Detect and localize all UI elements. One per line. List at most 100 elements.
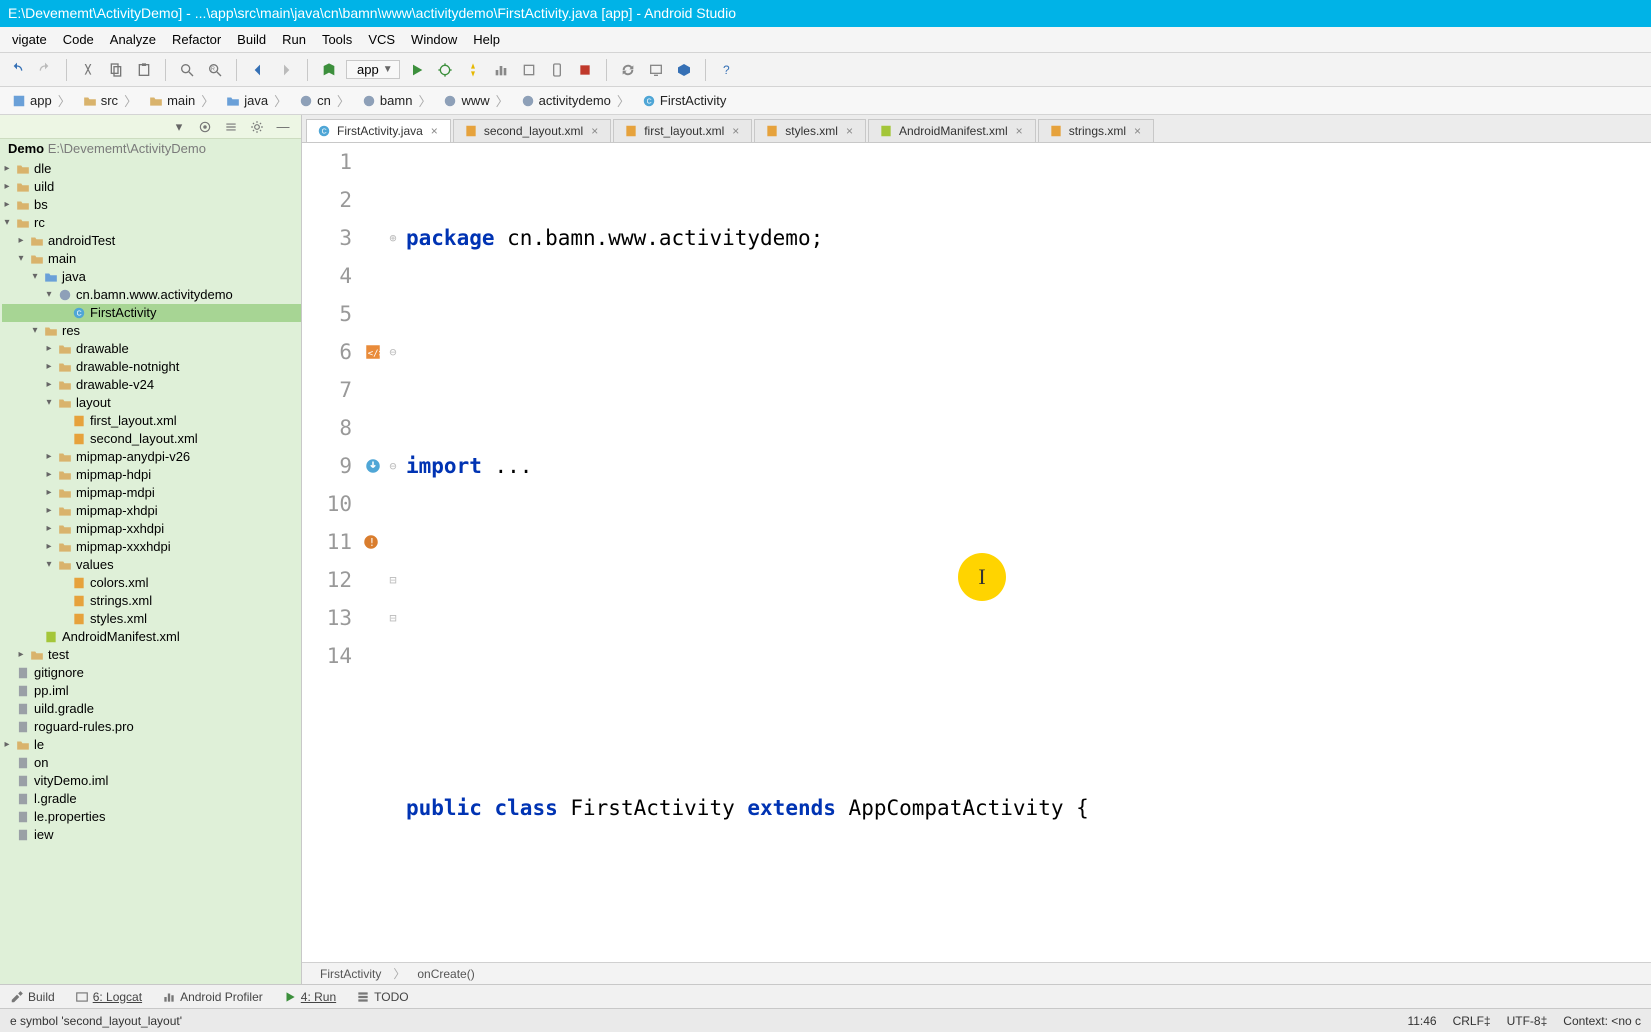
tree-node-demoiml[interactable]: vityDemo.iml: [2, 772, 301, 790]
device-button[interactable]: [546, 59, 568, 81]
tree-node-bs[interactable]: ▸bs: [2, 196, 301, 214]
breadcrumb-java[interactable]: java〉: [220, 91, 293, 110]
breadcrumb-cn[interactable]: cn〉: [293, 91, 356, 110]
apply-changes-button[interactable]: [462, 59, 484, 81]
breadcrumb-class[interactable]: CFirstActivity: [636, 93, 732, 108]
tree-node-appiml[interactable]: pp.iml: [2, 682, 301, 700]
help-button[interactable]: ?: [716, 59, 738, 81]
tree-node-gitignore[interactable]: gitignore: [2, 664, 301, 682]
collapse-all-button[interactable]: [223, 119, 239, 135]
close-icon[interactable]: ×: [589, 124, 600, 138]
nav-forward-button[interactable]: [275, 59, 297, 81]
tree-node-mipmap-anydpi[interactable]: ▸mipmap-anydpi-v26: [2, 448, 301, 466]
tree-node-mipmap-mdpi[interactable]: ▸mipmap-mdpi: [2, 484, 301, 502]
file-encoding[interactable]: UTF-8‡: [1507, 1014, 1548, 1028]
project-tree[interactable]: ▸dle ▸uild ▸bs ▾rc ▸androidTest ▾main ▾j…: [0, 158, 301, 984]
tree-node-firstactivity[interactable]: CFirstActivity: [2, 304, 301, 322]
tree-node-colors[interactable]: colors.xml: [2, 574, 301, 592]
menu-vcs[interactable]: VCS: [360, 32, 403, 47]
copy-button[interactable]: [105, 59, 127, 81]
breadcrumb-www[interactable]: www〉: [437, 91, 514, 110]
tree-node-proguard[interactable]: roguard-rules.pro: [2, 718, 301, 736]
tree-node-build[interactable]: ▸uild: [2, 178, 301, 196]
scroll-from-source-button[interactable]: [197, 119, 213, 135]
btn-run[interactable]: 4: Run: [283, 990, 336, 1004]
tree-node-le[interactable]: ▸le: [2, 736, 301, 754]
avd-button[interactable]: [645, 59, 667, 81]
tree-node-mipmap-hdpi[interactable]: ▸mipmap-hdpi: [2, 466, 301, 484]
undo-button[interactable]: [6, 59, 28, 81]
ctx-method[interactable]: onCreate(): [417, 967, 474, 981]
tree-node-dle[interactable]: ▸dle: [2, 160, 301, 178]
context-widget[interactable]: Context: <no c: [1563, 1014, 1641, 1028]
tree-node-first-layout[interactable]: first_layout.xml: [2, 412, 301, 430]
tab-strings[interactable]: strings.xml×: [1038, 119, 1154, 142]
tree-node-styles[interactable]: styles.xml: [2, 610, 301, 628]
run-config-selector[interactable]: app ▼: [346, 60, 400, 79]
override-icon[interactable]: [364, 449, 382, 487]
sync-button[interactable]: [617, 59, 639, 81]
tab-firstactivity[interactable]: CFirstActivity.java×: [306, 119, 451, 142]
nav-back-button[interactable]: [247, 59, 269, 81]
breadcrumb-main[interactable]: main〉: [143, 91, 220, 110]
tree-node-drawable-v24[interactable]: ▸drawable-v24: [2, 376, 301, 394]
menu-tools[interactable]: Tools: [314, 32, 360, 47]
tree-node-strings[interactable]: strings.xml: [2, 592, 301, 610]
fold-toggle[interactable]: ⊖: [386, 447, 400, 485]
cut-button[interactable]: [77, 59, 99, 81]
tree-node-res[interactable]: ▾res: [2, 322, 301, 340]
tree-node-mipmap-xhdpi[interactable]: ▸mipmap-xhdpi: [2, 502, 301, 520]
cursor-position[interactable]: 11:46: [1407, 1014, 1436, 1028]
close-icon[interactable]: ×: [1132, 124, 1143, 138]
breadcrumb-activitydemo[interactable]: activitydemo〉: [515, 91, 636, 110]
breadcrumb-bamn[interactable]: bamn〉: [356, 91, 438, 110]
tree-node-drawable-notnight[interactable]: ▸drawable-notnight: [2, 358, 301, 376]
tree-node-java[interactable]: ▾java: [2, 268, 301, 286]
menu-refactor[interactable]: Refactor: [164, 32, 229, 47]
tree-node-test[interactable]: ▸test: [2, 646, 301, 664]
tree-node-iew[interactable]: iew: [2, 826, 301, 844]
tree-node-manifest[interactable]: AndroidManifest.xml: [2, 628, 301, 646]
tree-node-properties[interactable]: le.properties: [2, 808, 301, 826]
tree-node-second-layout[interactable]: second_layout.xml: [2, 430, 301, 448]
fold-toggle[interactable]: ⊕: [386, 219, 400, 257]
tree-node-lgradle[interactable]: l.gradle: [2, 790, 301, 808]
tree-node-drawable[interactable]: ▸drawable: [2, 340, 301, 358]
fold-toggle[interactable]: ⊖: [386, 333, 400, 371]
btn-build[interactable]: Build: [10, 990, 55, 1004]
related-xml-icon[interactable]: </>: [364, 335, 382, 373]
tab-styles[interactable]: styles.xml×: [754, 119, 866, 142]
paste-button[interactable]: [133, 59, 155, 81]
debug-button[interactable]: [434, 59, 456, 81]
sdk-button[interactable]: [673, 59, 695, 81]
menu-help[interactable]: Help: [465, 32, 508, 47]
profiler-button[interactable]: [490, 59, 512, 81]
tree-node-mipmap-xxxhdpi[interactable]: ▸mipmap-xxxhdpi: [2, 538, 301, 556]
line-separator[interactable]: CRLF‡: [1453, 1014, 1491, 1028]
gear-icon[interactable]: [249, 119, 265, 135]
redo-button[interactable]: [34, 59, 56, 81]
menu-navigate[interactable]: vigate: [4, 32, 55, 47]
project-view-selector[interactable]: ▾: [171, 119, 187, 135]
btn-todo[interactable]: TODO: [356, 990, 408, 1004]
btn-logcat[interactable]: 6: Logcat: [75, 990, 142, 1004]
tree-node-values[interactable]: ▾values: [2, 556, 301, 574]
tree-node-buildgradle[interactable]: uild.gradle: [2, 700, 301, 718]
tab-manifest[interactable]: AndroidManifest.xml×: [868, 119, 1036, 142]
make-button[interactable]: [318, 59, 340, 81]
attach-debugger-button[interactable]: [518, 59, 540, 81]
tree-node-package[interactable]: ▾cn.bamn.www.activitydemo: [2, 286, 301, 304]
tree-node-androidtest[interactable]: ▸androidTest: [2, 232, 301, 250]
menu-analyze[interactable]: Analyze: [102, 32, 164, 47]
code-editor[interactable]: 1 2 3 4 5 6 7 8 9 10 11 12 13 14 </> !: [302, 143, 1651, 962]
close-icon[interactable]: ×: [844, 124, 855, 138]
tree-node-on[interactable]: on: [2, 754, 301, 772]
hide-button[interactable]: —: [275, 119, 291, 135]
main-menu-bar[interactable]: vigate Code Analyze Refactor Build Run T…: [0, 27, 1651, 53]
find-button[interactable]: [176, 59, 198, 81]
btn-profiler[interactable]: Android Profiler: [162, 990, 263, 1004]
error-icon[interactable]: !: [362, 525, 380, 563]
tree-node-mipmap-xxhdpi[interactable]: ▸mipmap-xxhdpi: [2, 520, 301, 538]
stop-button[interactable]: [574, 59, 596, 81]
replace-button[interactable]: R: [204, 59, 226, 81]
